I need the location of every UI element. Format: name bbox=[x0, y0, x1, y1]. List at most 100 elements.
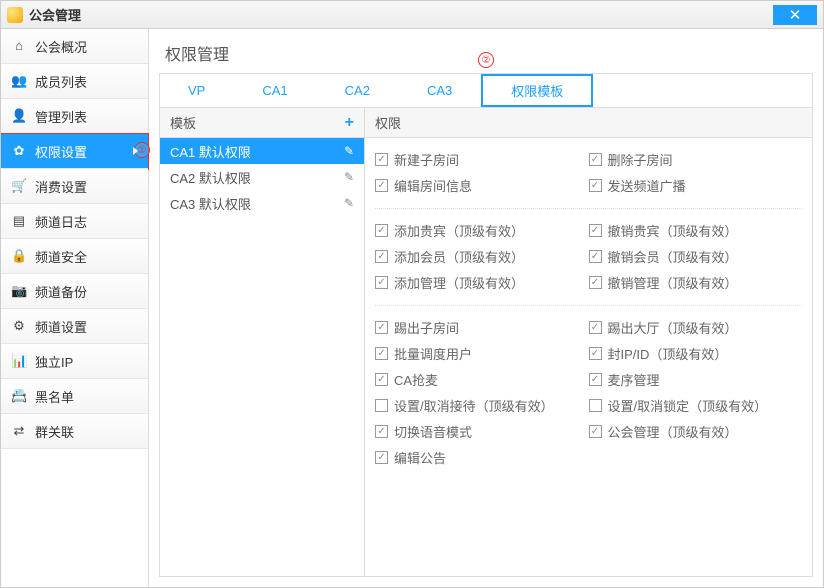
permission-item: 撤销贵宾（顶级有效） bbox=[589, 217, 803, 243]
titlebar: 公会管理 ✕ bbox=[1, 1, 823, 29]
permission-item: 踢出大厅（顶级有效） bbox=[589, 314, 803, 340]
sidebar-item-label: 公会概况 bbox=[35, 37, 87, 56]
sidebar-item-label: 权限设置 bbox=[35, 142, 87, 161]
permission-checkbox[interactable] bbox=[375, 451, 388, 464]
tab-4[interactable]: 权限模板 bbox=[481, 74, 593, 107]
sidebar-item-label: 频道日志 bbox=[35, 212, 87, 231]
permission-label: 撤销会员（顶级有效） bbox=[608, 247, 738, 266]
tab-2[interactable]: CA2 bbox=[317, 74, 399, 107]
permission-item: 封IP/ID（顶级有效） bbox=[589, 340, 803, 366]
permission-checkbox[interactable] bbox=[589, 373, 602, 386]
template-header: 模板 + bbox=[160, 108, 364, 138]
edit-template-icon[interactable]: ✎ bbox=[344, 144, 354, 158]
window-title: 公会管理 bbox=[29, 5, 773, 24]
template-row[interactable]: CA1 默认权限 ✎ bbox=[160, 138, 364, 164]
sidebar-item-6[interactable]: 🔒频道安全 bbox=[1, 239, 148, 274]
permission-item: 撤销会员（顶级有效） bbox=[589, 243, 803, 269]
add-template-button[interactable]: + bbox=[345, 114, 354, 132]
tab-0[interactable]: VP bbox=[160, 74, 234, 107]
permission-label: 批量调度用户 bbox=[394, 344, 472, 363]
sidebar-icon: ✿ bbox=[11, 143, 27, 159]
permission-item: 添加管理（顶级有效） bbox=[375, 269, 589, 295]
sidebar-item-label: 频道设置 bbox=[35, 317, 87, 336]
tab-label: CA2 bbox=[345, 83, 370, 98]
template-column: 模板 + CA1 默认权限✎CA2 默认权限✎CA3 默认权限✎ bbox=[160, 108, 365, 576]
permission-label: 删除子房间 bbox=[608, 150, 673, 169]
sidebar-item-0[interactable]: ⌂ 公会概况 bbox=[1, 29, 148, 64]
permission-group: 新建子房间删除子房间编辑房间信息发送频道广播 bbox=[375, 144, 802, 204]
permission-checkbox[interactable] bbox=[375, 399, 388, 412]
sidebar-icon: ⇄ bbox=[11, 423, 27, 439]
permission-checkbox[interactable] bbox=[589, 425, 602, 438]
sidebar-item-2[interactable]: 👤 管理列表 bbox=[1, 99, 148, 134]
permission-checkbox[interactable] bbox=[375, 425, 388, 438]
permission-item: 踢出子房间 bbox=[375, 314, 589, 340]
sidebar-item-1[interactable]: 👥成员列表 bbox=[1, 64, 148, 99]
permission-group: 踢出子房间 踢出大厅（顶级有效） 批量调度用户 封IP/ID（顶级有效）CA抢麦麦序管… bbox=[375, 305, 802, 476]
sidebar-item-9[interactable]: 📊独立IP bbox=[1, 344, 148, 379]
permission-checkbox[interactable] bbox=[589, 250, 602, 263]
tab-bar: ② VPCA1CA2CA3权限模板 bbox=[159, 73, 813, 107]
permission-item: 删除子房间 bbox=[589, 146, 803, 172]
permission-item: 批量调度用户 bbox=[375, 340, 589, 366]
sidebar-item-7[interactable]: 📷频道备份 bbox=[1, 274, 148, 309]
permission-label: 编辑房间信息 bbox=[394, 176, 472, 195]
template-row[interactable]: CA3 默认权限 ✎ bbox=[160, 190, 364, 216]
permission-item: 编辑公告 bbox=[375, 444, 589, 470]
permission-checkbox[interactable] bbox=[589, 153, 602, 166]
sidebar: ⌂ 公会概况 👥成员列表 👤 管理列表 ✿ 权限设置 ① 🛒消费设置 ▤ 频道日志 🔒频道安全📷频道备… bbox=[1, 29, 149, 587]
permission-checkbox[interactable] bbox=[375, 179, 388, 192]
sidebar-item-label: 成员列表 bbox=[35, 72, 87, 91]
edit-template-icon[interactable]: ✎ bbox=[344, 196, 354, 210]
template-list: CA1 默认权限✎CA2 默认权限✎CA3 默认权限✎ bbox=[160, 138, 364, 216]
permission-checkbox[interactable] bbox=[589, 321, 602, 334]
permission-item: 撤销管理（顶级有效） bbox=[589, 269, 803, 295]
sidebar-item-3[interactable]: ✿ 权限设置 ① bbox=[1, 134, 148, 169]
tab-3[interactable]: CA3 bbox=[399, 74, 481, 107]
permission-checkbox[interactable] bbox=[375, 347, 388, 360]
sidebar-icon: ▤ bbox=[11, 213, 27, 229]
callout-1: ① bbox=[134, 142, 150, 158]
permission-checkbox[interactable] bbox=[375, 153, 388, 166]
permission-checkbox[interactable] bbox=[589, 347, 602, 360]
permission-header-label: 权限 bbox=[375, 113, 401, 132]
content-area: 模板 + CA1 默认权限✎CA2 默认权限✎CA3 默认权限✎ 权限 新建子房… bbox=[159, 107, 813, 577]
permission-label: 编辑公告 bbox=[394, 448, 446, 467]
sidebar-icon: 👤 bbox=[11, 108, 27, 124]
permission-item: CA抢麦 bbox=[375, 366, 589, 392]
sidebar-item-4[interactable]: 🛒消费设置 bbox=[1, 169, 148, 204]
edit-template-icon[interactable]: ✎ bbox=[344, 170, 354, 184]
sidebar-item-label: 频道备份 bbox=[35, 282, 87, 301]
sidebar-item-label: 群关联 bbox=[35, 422, 74, 441]
template-label: CA3 默认权限 bbox=[170, 194, 251, 213]
permission-label: 踢出子房间 bbox=[394, 318, 459, 337]
permission-checkbox[interactable] bbox=[375, 276, 388, 289]
sidebar-item-10[interactable]: 📇黑名单 bbox=[1, 379, 148, 414]
sidebar-item-11[interactable]: ⇄ 群关联 bbox=[1, 414, 148, 449]
sidebar-icon: 📇 bbox=[11, 388, 27, 404]
permission-checkbox[interactable] bbox=[375, 250, 388, 263]
template-row[interactable]: CA2 默认权限✎ bbox=[160, 164, 364, 190]
permission-checkbox[interactable] bbox=[375, 321, 388, 334]
sidebar-item-label: 管理列表 bbox=[35, 107, 87, 126]
close-button[interactable]: ✕ bbox=[773, 5, 817, 25]
permission-checkbox[interactable] bbox=[589, 224, 602, 237]
permission-label: 踢出大厅（顶级有效） bbox=[608, 318, 738, 337]
permission-label: 设置/取消接待（顶级有效） bbox=[394, 396, 554, 415]
permission-checkbox[interactable] bbox=[589, 276, 602, 289]
sidebar-item-8[interactable]: ⚙频道设置 bbox=[1, 309, 148, 344]
sidebar-item-label: 频道安全 bbox=[35, 247, 87, 266]
tab-label: VP bbox=[188, 83, 205, 98]
permission-label: 麦序管理 bbox=[608, 370, 660, 389]
permission-label: 公会管理（顶级有效） bbox=[608, 422, 738, 441]
permission-checkbox[interactable] bbox=[589, 399, 602, 412]
permission-checkbox[interactable] bbox=[589, 179, 602, 192]
sidebar-item-5[interactable]: ▤ 频道日志 bbox=[1, 204, 148, 239]
tab-1[interactable]: CA1 bbox=[234, 74, 316, 107]
permission-body: 新建子房间删除子房间编辑房间信息发送频道广播添加贵宾（顶级有效）撤销贵宾（顶级有… bbox=[365, 138, 812, 576]
template-label: CA1 默认权限 bbox=[170, 142, 251, 161]
permission-checkbox[interactable] bbox=[375, 224, 388, 237]
sidebar-icon: ⌂ bbox=[11, 38, 27, 54]
permission-checkbox[interactable] bbox=[375, 373, 388, 386]
permission-header: 权限 bbox=[365, 108, 812, 138]
